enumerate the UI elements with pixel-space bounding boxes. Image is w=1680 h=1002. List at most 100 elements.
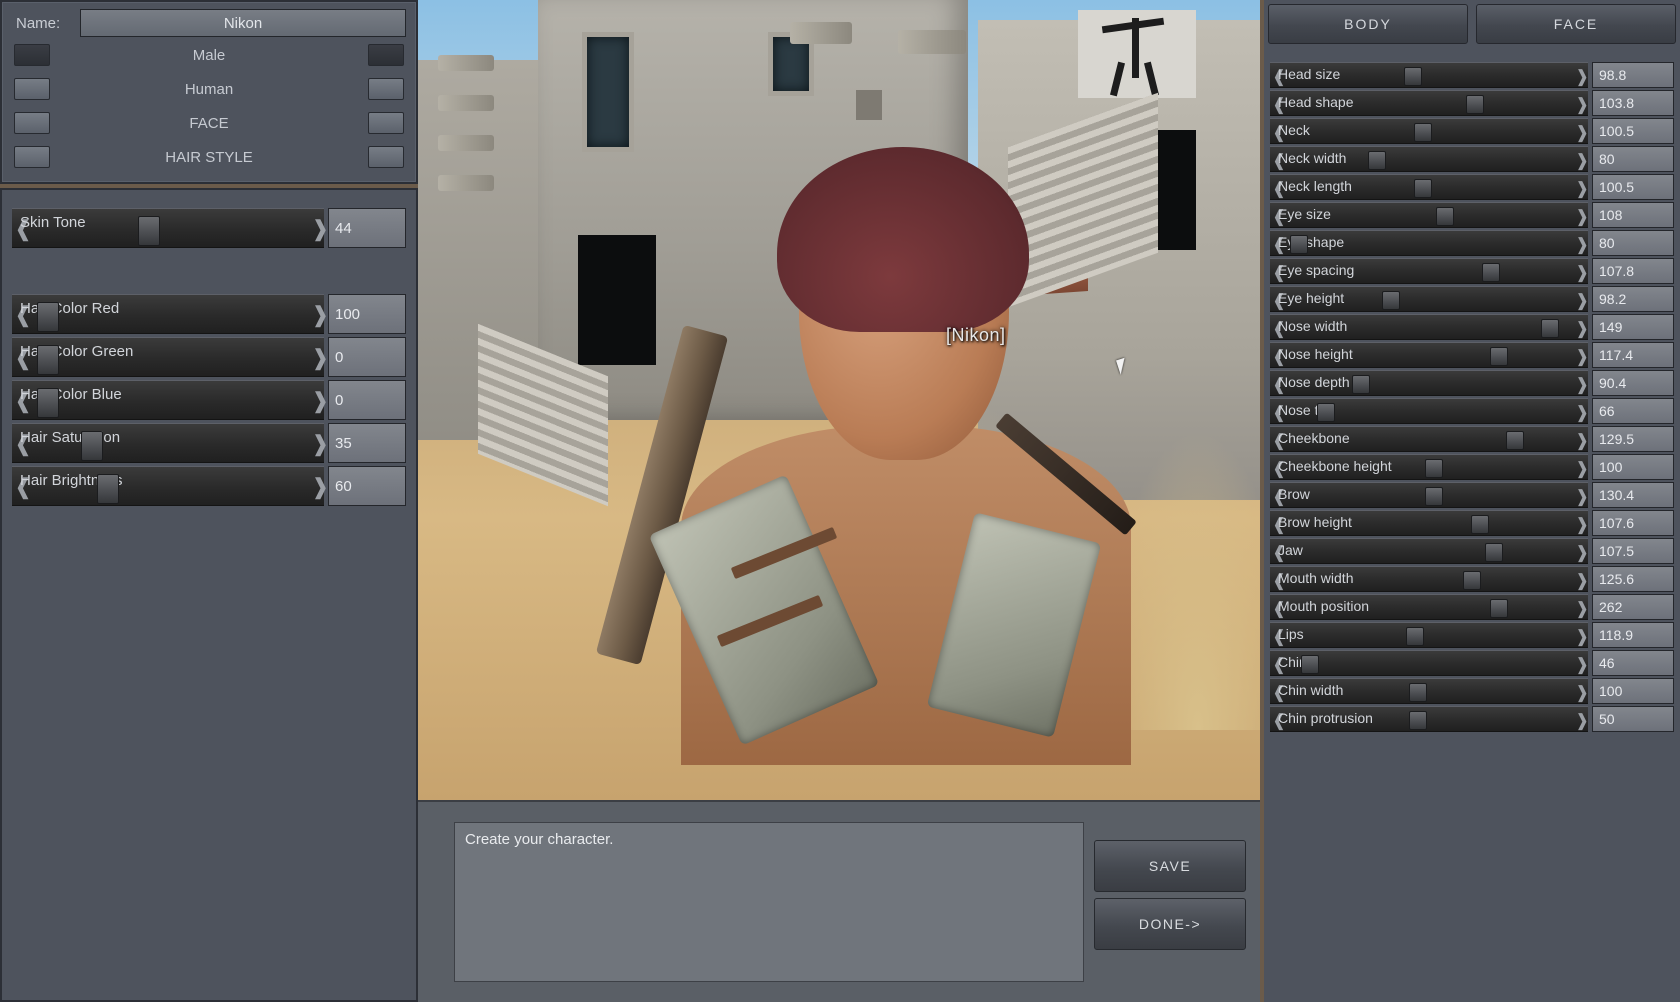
slider-value[interactable]: 129.5 [1592,426,1674,452]
slider-handle[interactable] [1381,291,1400,310]
slider-value[interactable]: 100.5 [1592,118,1674,144]
slider-handle[interactable] [1484,543,1503,562]
slider-value[interactable]: 107.8 [1592,258,1674,284]
slider-decrement-icon[interactable]: ❰ [1272,625,1286,651]
save-button[interactable]: SAVE [1094,840,1246,892]
slider-decrement-icon[interactable]: ❰ [1272,485,1286,511]
slider-track[interactable]: ❰ ❱ Head shape [1270,90,1589,119]
slider-value[interactable]: 100 [1592,454,1674,480]
slider-increment-icon[interactable]: ❱ [311,389,329,415]
slider-track[interactable]: ❰ ❱ Hair Color Green [12,337,329,377]
slider-track[interactable]: ❰ ❱ Eye shape [1270,230,1589,259]
slider-increment-icon[interactable]: ❱ [1575,429,1589,455]
slider-track[interactable]: ❰ ❱ Eye spacing [1270,258,1589,287]
slider-decrement-icon[interactable]: ❰ [1272,289,1286,315]
slider-value[interactable]: 90.4 [1592,370,1674,396]
slider-track[interactable]: ❰ ❱ Eye size [1270,202,1589,228]
slider-handle[interactable] [1403,67,1422,86]
slider-increment-icon[interactable]: ❱ [1575,597,1589,623]
slider-increment-icon[interactable]: ❱ [1575,513,1589,539]
slider-decrement-icon[interactable]: ❰ [1272,653,1286,679]
slider-value[interactable]: 107.5 [1592,538,1674,564]
slider-track[interactable]: ❰ ❱ Jaw [1270,538,1589,567]
slider-decrement-icon[interactable]: ❰ [1272,709,1286,735]
slider-handle[interactable] [1465,95,1484,114]
slider-track[interactable]: ❰ ❱ Eye height [1270,286,1589,315]
slider-increment-icon[interactable]: ❱ [1575,681,1589,707]
slider-track[interactable]: ❰ ❱ Hair Saturation [12,423,329,463]
slider-track[interactable]: ❰ ❱ Hair Color Red [12,294,329,334]
slider-decrement-icon[interactable]: ❰ [1272,177,1286,203]
slider-handle[interactable] [1406,627,1425,646]
slider-track[interactable]: ❰ ❱ Nose tip [1270,398,1589,424]
prev-arrow-button[interactable] [14,146,50,168]
slider-value[interactable]: 107.6 [1592,510,1674,536]
prev-arrow-button[interactable] [14,78,50,100]
slider-value[interactable]: 80 [1592,230,1674,256]
slider-handle[interactable] [1425,487,1444,506]
slider-track[interactable]: ❰ ❱ Chin [1270,650,1589,679]
slider-increment-icon[interactable]: ❱ [1575,261,1589,287]
slider-increment-icon[interactable]: ❱ [1575,625,1589,651]
slider-value[interactable]: 35 [328,423,406,463]
slider-increment-icon[interactable]: ❱ [1575,121,1589,147]
slider-handle[interactable] [1471,515,1489,534]
slider-increment-icon[interactable]: ❱ [1575,93,1589,119]
done-button[interactable]: DONE-> [1094,898,1246,950]
slider-increment-icon[interactable]: ❱ [1575,569,1589,595]
slider-value[interactable]: 0 [328,337,406,377]
slider-track[interactable]: ❰ ❱ Mouth width [1270,566,1589,595]
slider-decrement-icon[interactable]: ❰ [1272,457,1286,483]
prev-arrow-button[interactable] [14,112,50,134]
slider-handle[interactable] [1481,263,1500,282]
slider-increment-icon[interactable]: ❱ [1575,653,1589,679]
slider-decrement-icon[interactable]: ❰ [14,303,32,329]
slider-increment-icon[interactable]: ❱ [1575,457,1589,483]
slider-handle[interactable] [1541,319,1560,338]
slider-decrement-icon[interactable]: ❰ [14,475,32,501]
slider-value[interactable]: 44 [328,208,406,248]
slider-increment-icon[interactable]: ❱ [311,217,329,243]
slider-value[interactable]: 98.8 [1592,62,1674,88]
slider-increment-icon[interactable]: ❱ [1575,149,1589,175]
slider-handle[interactable] [96,474,119,504]
slider-value[interactable]: 117.4 [1592,342,1674,368]
slider-handle[interactable] [1414,123,1433,142]
slider-track[interactable]: ❰ ❱ Chin protrusion [1270,706,1589,735]
slider-track[interactable]: ❰ ❱ Mouth position [1270,594,1589,623]
slider-decrement-icon[interactable]: ❰ [1272,373,1286,399]
slider-handle[interactable] [1506,431,1525,450]
slider-value[interactable]: 262 [1592,594,1674,620]
slider-handle[interactable] [81,431,104,461]
slider-decrement-icon[interactable]: ❰ [1272,597,1286,623]
slider-handle[interactable] [1425,459,1444,478]
slider-increment-icon[interactable]: ❱ [1575,373,1589,399]
slider-value[interactable]: 100.5 [1592,174,1674,200]
slider-handle[interactable] [37,345,59,375]
slider-value[interactable]: 66 [1592,398,1674,424]
slider-increment-icon[interactable]: ❱ [311,303,329,329]
slider-decrement-icon[interactable]: ❰ [1272,569,1286,595]
slider-decrement-icon[interactable]: ❰ [14,346,32,372]
slider-handle[interactable] [1368,151,1387,170]
slider-decrement-icon[interactable]: ❰ [1272,233,1286,259]
slider-increment-icon[interactable]: ❱ [1575,485,1589,511]
prev-arrow-button[interactable] [14,44,50,66]
slider-increment-icon[interactable]: ❱ [1575,541,1589,567]
slider-decrement-icon[interactable]: ❰ [1272,149,1286,175]
slider-track[interactable]: ❰ ❱ Cheekbone height [1270,454,1589,483]
slider-decrement-icon[interactable]: ❰ [1272,681,1286,707]
slider-track[interactable]: ❰ ❱ Nose depth [1270,370,1589,399]
slider-increment-icon[interactable]: ❱ [1575,177,1589,203]
slider-increment-icon[interactable]: ❱ [1575,289,1589,315]
slider-handle[interactable] [1435,207,1454,226]
slider-decrement-icon[interactable]: ❰ [1272,93,1286,119]
slider-decrement-icon[interactable]: ❰ [1272,513,1286,539]
slider-value[interactable]: 60 [328,466,406,506]
slider-track[interactable]: ❰ ❱ Hair Color Blue [12,380,329,420]
slider-handle[interactable] [1462,571,1481,590]
slider-handle[interactable] [1489,347,1508,366]
slider-track[interactable]: ❰ ❱ Nose width [1270,314,1589,340]
next-arrow-button[interactable] [368,146,404,168]
slider-track[interactable]: ❰ ❱ Hair Brightness [12,466,329,506]
